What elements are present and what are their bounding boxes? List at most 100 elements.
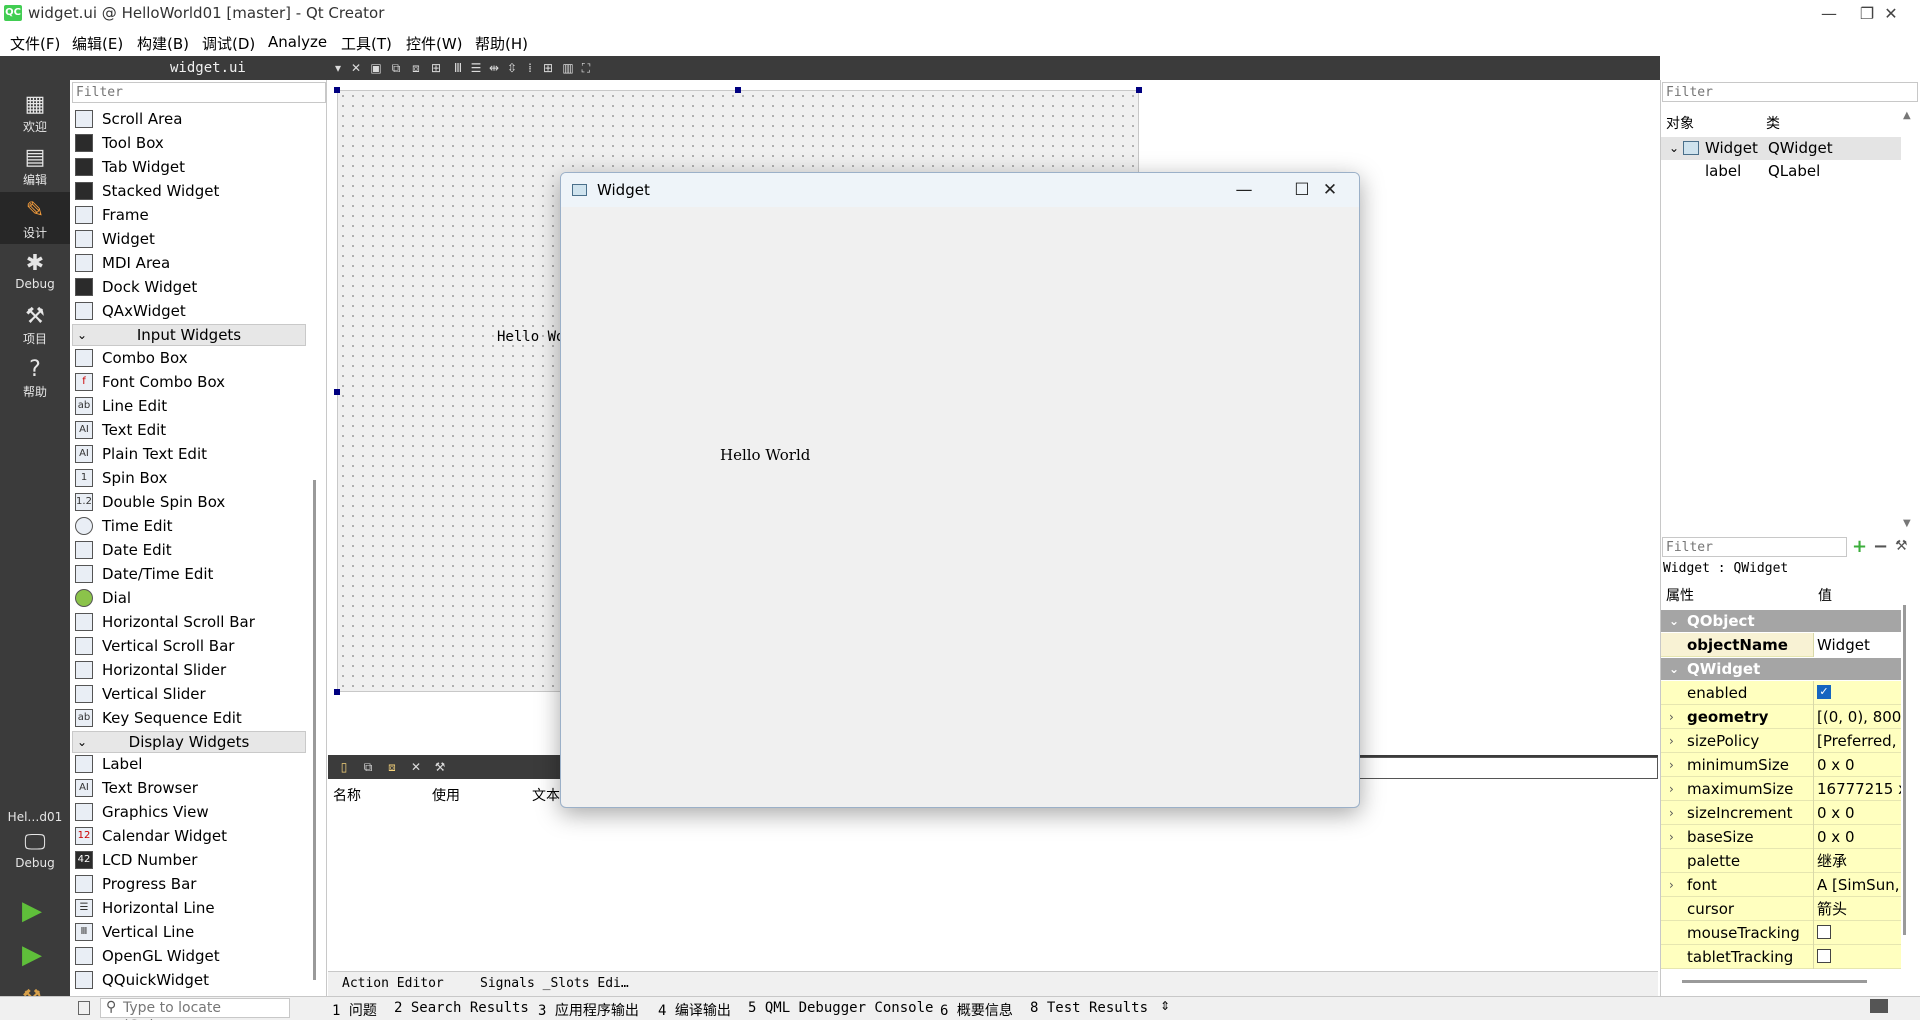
widget-item-datetime-edit[interactable]: Date/Time Edit: [72, 562, 308, 586]
prop-value[interactable]: 0 x 0: [1813, 753, 1901, 777]
toggle-sidebar-icon[interactable]: [78, 1001, 90, 1015]
widget-item-qaxwidget[interactable]: QAxWidget: [72, 299, 308, 323]
running-close-button[interactable]: ✕: [1301, 173, 1359, 207]
resize-handle-top-left[interactable]: [334, 87, 340, 93]
debug-run-button[interactable]: ▶: [22, 942, 48, 968]
widget-item-qquickwidget[interactable]: QQuickWidget: [72, 968, 308, 992]
prop-sizepolicy[interactable]: › sizePolicy [Preferred, Preferred, 0, 0]: [1661, 729, 1901, 753]
prop-value[interactable]: ✓: [1813, 681, 1901, 705]
open-file-name[interactable]: widget.ui: [170, 60, 246, 76]
pane-more-icon[interactable]: ⇕: [1160, 999, 1170, 1013]
menu-file[interactable]: 文件(F): [10, 33, 60, 54]
property-filter-input[interactable]: [1662, 537, 1847, 557]
prop-value[interactable]: [1813, 945, 1901, 969]
widget-item-tab-widget[interactable]: Tab Widget: [72, 155, 308, 179]
widget-item-vertical-line[interactable]: Ⅲ Vertical Line: [72, 920, 308, 944]
pane-search-results[interactable]: 2 Search Results: [394, 1000, 529, 1016]
widget-item-date-edit[interactable]: Date Edit: [72, 538, 308, 562]
widget-item-opengl-widget[interactable]: OpenGL Widget: [72, 944, 308, 968]
running-widget-window[interactable]: Widget — ☐ ✕ Hello World: [560, 172, 1360, 808]
resize-handle-top[interactable]: [735, 87, 741, 93]
prop-sizeincrement[interactable]: › sizeIncrement 0 x 0: [1661, 801, 1901, 825]
column-value[interactable]: 值: [1818, 585, 1832, 605]
widget-item-font-combo-box[interactable]: f Font Combo Box: [72, 370, 308, 394]
pane-application-output[interactable]: 3 应用程序输出: [538, 1000, 639, 1020]
prop-maximumsize[interactable]: › maximumSize 16777215 x 16777215: [1661, 777, 1901, 801]
widget-box-scrollbar[interactable]: [313, 480, 316, 980]
layout-splitter-v-icon[interactable]: ⇳: [504, 60, 520, 76]
prop-palette[interactable]: palette 继承: [1661, 849, 1901, 873]
category-input-widgets[interactable]: ⌄ Input Widgets: [72, 324, 306, 346]
layout-horizontal-icon[interactable]: Ⅲ: [450, 60, 466, 76]
resize-handle-top-right[interactable]: [1136, 87, 1142, 93]
add-property-icon[interactable]: +: [1852, 536, 1867, 557]
widget-item-graphics-view[interactable]: Graphics View: [72, 800, 308, 824]
prop-value[interactable]: [1813, 921, 1901, 945]
prop-minimumsize[interactable]: › minimumSize 0 x 0: [1661, 753, 1901, 777]
chevron-right-icon[interactable]: ›: [1669, 729, 1674, 753]
layout-grid-icon[interactable]: ⊞: [540, 60, 556, 76]
pane-issues[interactable]: 1 问题: [332, 1000, 377, 1020]
column-text[interactable]: 文本: [532, 785, 560, 805]
prop-value[interactable]: [(0, 0), 800 x 600]: [1813, 705, 1901, 729]
widget-item-widget[interactable]: Widget: [72, 227, 308, 251]
edit-signals-icon[interactable]: ⧉: [388, 60, 404, 76]
menu-controls[interactable]: 控件(W): [406, 33, 463, 54]
paste-action-icon[interactable]: ⧈: [384, 759, 400, 775]
property-editor-scrollbar[interactable]: [1903, 605, 1906, 935]
scroll-down-icon[interactable]: ▼: [1903, 518, 1911, 529]
configure-icon[interactable]: ⚒: [1895, 538, 1908, 554]
widget-item-horizontal-line[interactable]: ☰ Horizontal Line: [72, 896, 308, 920]
pane-test-results[interactable]: 8 Test Results: [1030, 1000, 1148, 1016]
edit-tab-order-icon[interactable]: ⊞: [428, 60, 444, 76]
run-button[interactable]: ▶: [22, 898, 48, 924]
remove-property-icon[interactable]: −: [1873, 536, 1888, 557]
prop-font[interactable]: › font A [SimSun, 9]: [1661, 873, 1901, 897]
output-toggle-icon[interactable]: [1870, 999, 1888, 1013]
prop-mousetracking[interactable]: mouseTracking: [1661, 921, 1901, 945]
menu-edit[interactable]: 编辑(E): [72, 33, 123, 54]
group-qobject[interactable]: ⌄ QObject: [1661, 610, 1901, 632]
column-property[interactable]: 属性: [1666, 585, 1694, 605]
prop-geometry[interactable]: › geometry [(0, 0), 800 x 600]: [1661, 705, 1901, 729]
adjust-size-icon[interactable]: ⛶: [578, 60, 594, 76]
widget-item-key-sequence-edit[interactable]: ab Key Sequence Edit: [72, 706, 308, 730]
close-file-icon[interactable]: ✕: [348, 60, 364, 76]
widget-item-vertical-slider[interactable]: Vertical Slider: [72, 682, 308, 706]
prop-value[interactable]: [Preferred, Preferred, 0, 0]: [1813, 729, 1901, 753]
form-hello-label[interactable]: Hello Wo: [497, 329, 564, 345]
prop-cursor[interactable]: cursor 箭头: [1661, 897, 1901, 921]
resize-handle-bottom-left[interactable]: [334, 689, 340, 695]
chevron-right-icon[interactable]: ›: [1669, 753, 1674, 777]
widget-item-mdi-area[interactable]: MDI Area: [72, 251, 308, 275]
widget-item-tool-box[interactable]: Tool Box: [72, 131, 308, 155]
configure-icon[interactable]: ⚒: [432, 759, 448, 775]
menu-help[interactable]: 帮助(H): [475, 33, 528, 54]
prop-value[interactable]: Widget: [1813, 633, 1901, 657]
chevron-right-icon[interactable]: ›: [1669, 873, 1674, 897]
chevron-right-icon[interactable]: ›: [1669, 705, 1674, 729]
widget-item-dock-widget[interactable]: Dock Widget: [72, 275, 308, 299]
edit-buddies-icon[interactable]: ⧈: [408, 60, 424, 76]
running-window-titlebar[interactable]: Widget — ☐ ✕: [561, 173, 1359, 207]
menu-build[interactable]: 构建(B): [137, 33, 189, 54]
column-object[interactable]: 对象: [1666, 113, 1694, 133]
layout-form-icon[interactable]: ⁞: [522, 60, 538, 76]
pane-compile-output[interactable]: 4 编译输出: [658, 1000, 731, 1020]
prop-value[interactable]: 箭头: [1813, 897, 1901, 921]
locator-input[interactable]: Type to locate (Ctrl+…: [100, 998, 290, 1020]
tab-action-editor[interactable]: Action Editor: [342, 976, 444, 991]
widget-item-calendar-widget[interactable]: 12 Calendar Widget: [72, 824, 308, 848]
tree-row-label[interactable]: label QLabel: [1661, 160, 1901, 183]
menu-debug[interactable]: 调试(D): [202, 33, 255, 54]
mode-design[interactable]: ✎ 设计: [0, 192, 70, 244]
break-layout-icon[interactable]: ▥: [560, 60, 576, 76]
prop-enabled[interactable]: enabled ✓: [1661, 681, 1901, 705]
close-button[interactable]: ✕: [1862, 0, 1920, 28]
prop-value[interactable]: 16777215 x 16777215: [1813, 777, 1901, 801]
chevron-right-icon[interactable]: ›: [1669, 801, 1674, 825]
checkbox-unchecked[interactable]: [1817, 949, 1831, 963]
prop-value[interactable]: 继承: [1813, 849, 1901, 873]
widget-item-time-edit[interactable]: Time Edit: [72, 514, 308, 538]
widget-item-horizontal-scroll-bar[interactable]: Horizontal Scroll Bar: [72, 610, 308, 634]
